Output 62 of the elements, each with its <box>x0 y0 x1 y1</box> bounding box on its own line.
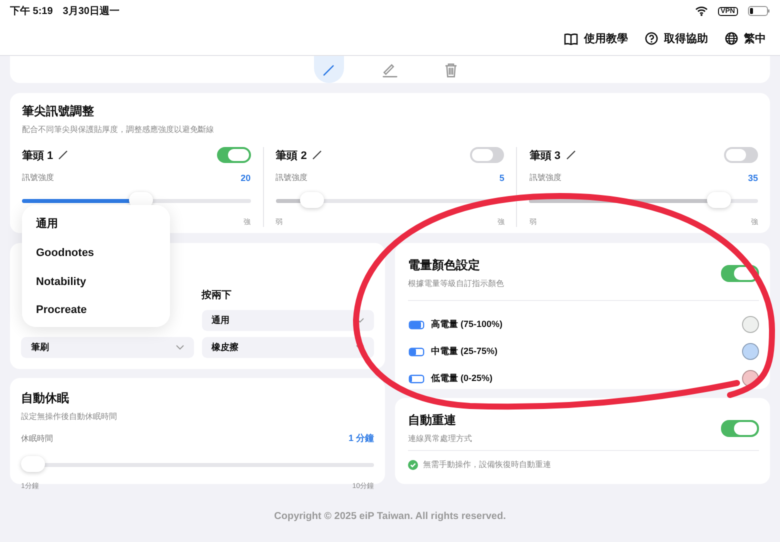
select-field[interactable]: 通用 <box>202 310 374 331</box>
battery-level-label: 高電量 (75-100%) <box>431 318 503 331</box>
slider-thumb[interactable] <box>21 456 45 472</box>
pen-tool-button[interactable] <box>314 56 344 83</box>
color-swatch[interactable] <box>742 343 759 360</box>
battery-level-icon <box>410 376 423 382</box>
chevron-down-icon <box>356 318 364 323</box>
chevron-down-icon <box>176 345 184 350</box>
slider-label: 訊號強度 <box>22 172 54 183</box>
slider-label: 休眠時間 <box>21 433 53 444</box>
slider-label: 訊號強度 <box>276 172 308 183</box>
select-field[interactable]: 筆刷 <box>21 337 194 358</box>
slider-label: 訊號強度 <box>529 172 562 183</box>
pen-name: 筆頭 1 <box>22 148 54 162</box>
header-link[interactable]: 繁中 <box>725 31 766 46</box>
card-title: 自動休眠 <box>21 390 70 407</box>
slider-value: 1 分鐘 <box>348 432 374 445</box>
card-subtitle: 配合不同筆尖與保護貼厚度，調整感應強度以避免斷線 <box>22 124 215 135</box>
select-field[interactable]: 橡皮擦 <box>202 337 374 358</box>
card-title: 筆尖訊號調整 <box>22 103 95 120</box>
header-link[interactable]: 取得協助 <box>645 31 708 46</box>
menu-item[interactable]: Goodnotes <box>22 247 170 260</box>
card-subtitle: 連線異常處理方式 <box>408 433 472 444</box>
header-link[interactable]: 使用教學 <box>564 31 628 46</box>
pencil-icon <box>312 150 322 160</box>
check-circle-icon <box>408 460 418 470</box>
menu-item[interactable]: Procreate <box>22 304 170 316</box>
copyright-text: Copyright © 2025 eiP Taiwan. All rights reserved. <box>273 511 507 522</box>
chevron-down-icon <box>356 345 364 350</box>
card-title: 電量顏色設定 <box>408 257 481 274</box>
globe-icon <box>725 32 738 45</box>
note-text: 無需手動操作，設備恢復時自動重連 <box>423 459 551 470</box>
help-icon <box>645 32 658 45</box>
card-title: 自動重連 <box>408 412 457 429</box>
slider-thumb[interactable] <box>300 192 324 208</box>
menu-item[interactable]: Notability <box>22 276 170 288</box>
battery-level-icon <box>410 322 423 328</box>
pencil-icon <box>58 150 68 160</box>
slider-value: 20 <box>240 172 251 182</box>
book-icon <box>564 32 578 44</box>
pencil-icon <box>566 150 576 160</box>
toggle-switch[interactable] <box>724 147 758 163</box>
status-date: 3月30日週一 <box>62 4 120 18</box>
slider-value: 35 <box>748 172 758 182</box>
pen-name: 筆頭 2 <box>276 148 307 162</box>
menu-item[interactable]: 通用 <box>22 216 170 232</box>
card-subtitle: 根據電量等級自訂指示顏色 <box>408 278 504 289</box>
battery-icon <box>748 6 770 16</box>
column-heading: 按兩下 <box>202 288 232 302</box>
status-time: 下午 5:19 <box>10 4 53 18</box>
card-subtitle: 設定無操作後自動休眠時間 <box>21 411 118 422</box>
wifi-icon <box>694 6 708 16</box>
slider-thumb[interactable] <box>707 192 732 208</box>
toggle-switch[interactable] <box>470 147 504 163</box>
battery-level-label: 中電量 (25-75%) <box>431 345 498 358</box>
color-swatch[interactable] <box>742 316 759 333</box>
pen-name: 筆頭 3 <box>529 148 561 162</box>
toggle-switch[interactable] <box>216 147 251 163</box>
slider-value: 5 <box>499 172 504 182</box>
toggle-switch[interactable] <box>721 420 759 436</box>
battery-level-icon <box>410 348 423 354</box>
battery-level-label: 低電量 (0-25%) <box>431 372 493 385</box>
